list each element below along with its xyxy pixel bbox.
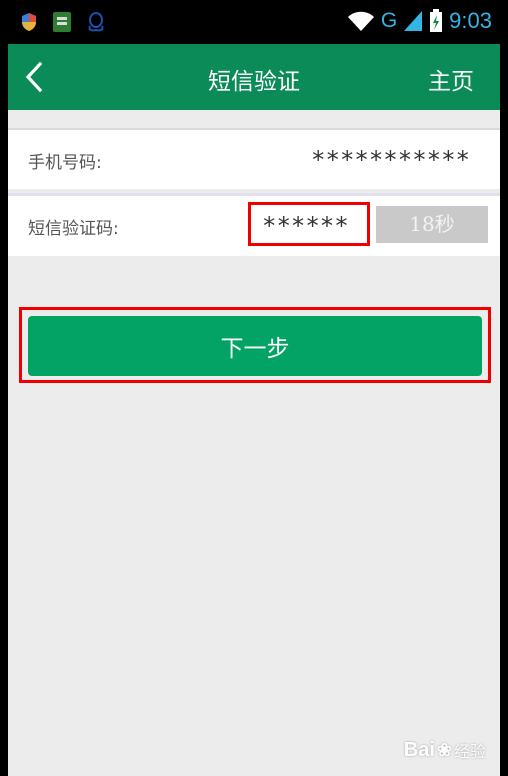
sms-code-input[interactable]: ****** [262,212,349,240]
divider [8,110,500,124]
sim-card-icon [53,12,71,32]
phone-number-label: 手机号码: [28,153,102,173]
phone-number-value: *********** [311,146,470,174]
battery-icon [430,9,443,32]
watermark-brand: Bai [403,738,435,761]
home-button[interactable]: 主页 [428,62,474,96]
status-bar: G 9:03 [8,0,500,44]
watermark-suffix: 经验 [453,744,486,761]
qq-icon [88,12,104,32]
baidu-watermark: Bai ❀ 经验 [404,738,486,762]
wifi-icon [347,11,374,31]
notification-icons [20,11,106,33]
signal-icon [404,11,423,31]
shield-icon [22,13,36,31]
resend-timer-button[interactable]: 18秒 [376,206,488,243]
next-step-button[interactable]: 下一步 [28,316,482,376]
clock: 9:03 [449,8,492,33]
sms-code-label: 短信验证码: [28,219,119,239]
network-type: G [380,9,398,32]
title-bar: 短信验证 主页 [8,44,500,110]
paw-icon: ❀ [436,739,452,760]
phone-screen: G 9:03 短信验证 主页 手机号码: *********** 短信验证码: [8,0,500,776]
system-icons: G 9:03 [347,8,492,34]
phone-number-row: 手机号码: *********** [8,128,500,189]
sms-code-row: 短信验证码: ****** 18秒 [8,193,500,256]
page-title: 短信验证 [208,69,300,95]
